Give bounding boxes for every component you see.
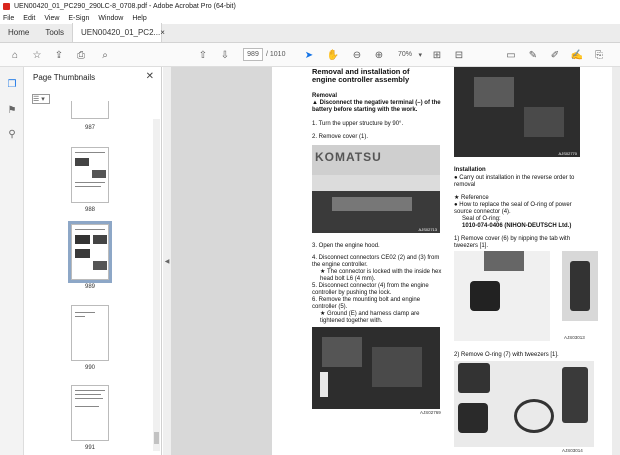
page-count: / 1010 [266, 51, 286, 58]
left-rail: ❐ ⚑ ⚲ [0, 67, 24, 455]
menu-help[interactable]: Help [132, 15, 146, 22]
step-1: 1. Turn the upper structure by 90°. [312, 121, 404, 127]
share-icon[interactable]: ⎘ [592, 48, 606, 62]
print-icon[interactable]: ⎙ [74, 48, 88, 62]
window-title: UEN00420_01_PC290_290LC-8_0708.pdf - Ado… [14, 2, 236, 10]
step-6: 6. Remove the mounting bolt and engine c… [312, 297, 421, 310]
document-view: Removal and installation of engine contr… [171, 67, 620, 455]
figure-caption-2: AJS02769 [420, 410, 441, 415]
figure-engine-controller [312, 327, 440, 409]
highlight-icon[interactable]: ✐ [548, 48, 562, 62]
step-2: 2. Remove cover (1). [312, 134, 369, 140]
seal-part-number: 1010-074-0406 (NIHON-DEUTSCH Ltd.) [462, 223, 572, 229]
hand-icon[interactable]: ✋ [326, 48, 340, 62]
heading-line2: engine controller assembly [312, 75, 410, 84]
fit-page-icon[interactable]: ⊞ [430, 48, 444, 62]
removal-heading: Removal [312, 93, 338, 99]
reference-heading: ★ Reference [454, 195, 489, 201]
menu-view[interactable]: View [44, 15, 59, 22]
tab-tools[interactable]: Tools [37, 23, 72, 42]
installation-bullet: ● Carry out installation in the reverse … [454, 175, 575, 188]
thumbnail-label-987: 987 [84, 125, 95, 131]
pen-icon[interactable]: ✎ [526, 48, 540, 62]
thumbnail-989[interactable] [68, 221, 112, 283]
panel-scroll-thumb[interactable] [154, 432, 159, 444]
thumbnails-icon[interactable]: ❐ [6, 79, 18, 91]
rotate-icon[interactable]: ⊟ [452, 48, 466, 62]
figure-oring-removal [454, 361, 594, 447]
acrobat-icon [3, 2, 10, 10]
thumbnail-988[interactable] [71, 147, 109, 203]
figure-caption-5: AJS03014 [562, 448, 583, 453]
menu-file[interactable]: File [3, 15, 14, 22]
menu-edit[interactable]: Edit [23, 15, 35, 22]
komatsu-logo-text: KOMATSU [315, 150, 382, 164]
thumbnail-987[interactable] [71, 101, 109, 119]
seal-label: Seal of O-ring: [462, 216, 501, 222]
close-icon[interactable]: ✕ [146, 71, 154, 82]
page-up-icon[interactable]: ⇧ [196, 48, 210, 62]
tab-document-label: UEN00420_01_PC2... [81, 28, 161, 37]
document-scrollbar[interactable] [612, 67, 620, 455]
thumbnail-label-989: 989 [84, 284, 95, 290]
thumbnail-label-991: 991 [84, 445, 95, 451]
thumbnail-label-988: 988 [84, 207, 95, 213]
bookmark-icon[interactable]: ⚑ [6, 105, 18, 117]
figure-caption-4: AJS03013 [564, 335, 585, 340]
zoom-in-icon[interactable]: ⊕ [372, 48, 386, 62]
comment-icon[interactable]: ▭ [504, 48, 518, 62]
step-4-note: ★ The connector is locked with the insid… [320, 269, 442, 282]
substep-2: 2) Remove O-ring (7) with tweezers [1]. [454, 352, 559, 358]
upload-icon[interactable]: ⇪ [52, 48, 66, 62]
search-icon[interactable]: ⌕ [98, 48, 112, 62]
home-icon[interactable]: ⌂ [8, 48, 22, 62]
star-icon[interactable]: ☆ [30, 48, 44, 62]
panel-scrollbar[interactable] [153, 119, 160, 451]
substep-1: 1) Remove cover (6) by nipping the tab w… [454, 236, 571, 249]
thumbnail-label-990: 990 [84, 365, 95, 371]
tab-bar: Home Tools UEN00420_01_PC2... × [0, 23, 620, 43]
figure-caption-1: AJS02713 [418, 227, 437, 232]
menu-esign[interactable]: E-Sign [68, 15, 89, 22]
zoom-out-icon[interactable]: ⊖ [350, 48, 364, 62]
panel-options-icon[interactable]: ☰ ▾ [32, 94, 50, 104]
panel-title: Page Thumbnails [33, 73, 96, 82]
installation-heading: Installation [454, 167, 486, 173]
figure-cover: KOMATSU AJS02713 [312, 145, 440, 233]
tab-home[interactable]: Home [0, 23, 37, 42]
figure-cover-removal [454, 251, 550, 341]
thumbnail-991[interactable] [71, 385, 109, 441]
thumbnail-990[interactable] [71, 305, 109, 361]
figure-cover-detail [562, 251, 598, 321]
cursor-icon[interactable]: ➤ [302, 48, 316, 62]
toolbar: ⌂ ☆ ⇪ ⎙ ⌕ ⇧ ⇩ 989 / 1010 ➤ ✋ ⊖ ⊕ 70% ▾ ⊞… [0, 43, 620, 67]
chevron-down-icon: ▾ [418, 51, 422, 59]
reference-text: ● How to replace the seal of O-ring of p… [454, 202, 572, 215]
page-number-input[interactable]: 989 [243, 48, 263, 61]
sign-icon[interactable]: ✍ [570, 48, 584, 62]
step-3: 3. Open the engine hood. [312, 243, 380, 249]
warning-text: ▲ Disconnect the negative terminal (–) o… [312, 100, 441, 113]
zoom-select[interactable]: 70% ▾ [396, 48, 424, 61]
panel-collapse-handle[interactable]: ◀ [163, 67, 171, 455]
pdf-page: Removal and installation of engine contr… [272, 67, 612, 455]
figure-connectors: AJS02770 [454, 67, 580, 157]
step-6-note: ★ Ground (E) and harness clamp are tight… [320, 311, 420, 324]
figure-caption-3: AJS02770 [558, 151, 577, 156]
page-down-icon[interactable]: ⇩ [218, 48, 232, 62]
zoom-value: 70% [398, 51, 413, 58]
thumbnails-panel: Page Thumbnails ✕ ☰ ▾ 987 988 989 990 99… [24, 67, 162, 455]
tab-document[interactable]: UEN00420_01_PC2... × [72, 23, 165, 42]
close-tab-icon[interactable]: × [160, 28, 165, 37]
attachment-icon[interactable]: ⚲ [6, 129, 18, 141]
title-bar: UEN00420_01_PC290_290LC-8_0708.pdf - Ado… [0, 0, 620, 12]
step-4: 4. Disconnect connectors CE02 (2) and (3… [312, 255, 440, 268]
menu-window[interactable]: Window [98, 15, 123, 22]
step-5: 5. Disconnect connector (4) from the eng… [312, 283, 429, 296]
